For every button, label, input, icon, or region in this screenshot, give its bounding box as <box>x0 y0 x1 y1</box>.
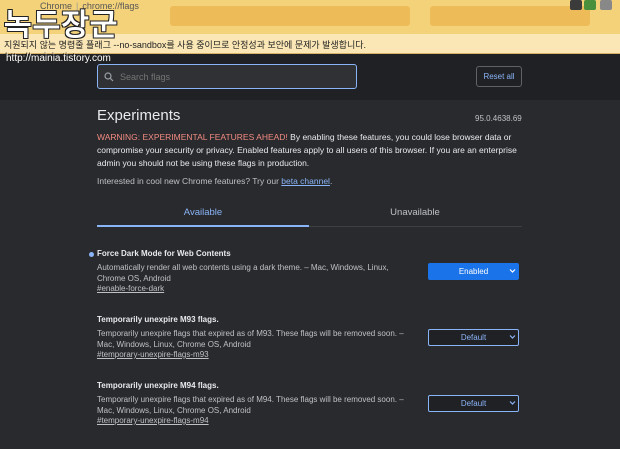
flag-link[interactable]: #enable-force-dark <box>97 284 164 293</box>
warning-text: WARNING: EXPERIMENTAL FEATURES AHEAD! By… <box>97 131 527 170</box>
flag-description: Temporarily unexpire flags that expired … <box>97 329 404 349</box>
flag-description: Temporarily unexpire flags that expired … <box>97 395 404 415</box>
modified-indicator <box>89 252 94 257</box>
blurred-bookmarks <box>170 6 410 26</box>
tab-unavailable[interactable]: Unavailable <box>309 200 521 227</box>
extension-icon[interactable] <box>570 0 582 10</box>
version-label: 95.0.4638.69 <box>475 114 522 123</box>
blurred-bookmarks-right <box>430 6 590 26</box>
flag-name: Force Dark Mode for Web Contents <box>97 249 231 258</box>
page-title: Experiments <box>97 107 181 124</box>
flag-select[interactable]: Enabled <box>428 263 519 280</box>
flag-item: Force Dark Mode for Web Contents Automat… <box>97 249 522 299</box>
tab-available[interactable]: Available <box>97 200 309 227</box>
reset-all-button[interactable]: Reset all <box>476 66 522 87</box>
search-box[interactable] <box>97 64 357 89</box>
flag-item: Temporarily unexpire M93 flags. Temporar… <box>97 315 522 365</box>
flag-link[interactable]: #temporary-unexpire-flags-m93 <box>97 350 209 359</box>
search-icon <box>104 71 114 81</box>
beta-channel-link[interactable]: beta channel <box>281 176 330 186</box>
interest-prefix: Interested in cool new Chrome features? … <box>97 176 282 186</box>
watermark-url: http://mainia.tistory.com <box>6 53 111 64</box>
warning-label: WARNING: EXPERIMENTAL FEATURES AHEAD! <box>97 132 288 142</box>
flag-link[interactable]: #temporary-unexpire-flags-m94 <box>97 416 209 425</box>
extension-icon-green[interactable] <box>584 0 596 10</box>
flag-select[interactable]: Default <box>428 395 519 412</box>
interest-text: Interested in cool new Chrome features? … <box>97 176 332 186</box>
flag-select[interactable]: Default <box>428 329 519 346</box>
tab-bar: Available Unavailable <box>97 200 522 227</box>
watermark-logo: 녹두장군 <box>4 8 119 43</box>
flag-name: Temporarily unexpire M94 flags. <box>97 381 219 390</box>
menu-icon[interactable] <box>600 0 612 10</box>
interest-end: . <box>329 176 333 186</box>
flag-item: Temporarily unexpire M94 flags. Temporar… <box>97 381 522 431</box>
search-input[interactable] <box>120 71 340 82</box>
flag-description: Automatically render all web contents us… <box>97 263 389 283</box>
flag-name: Temporarily unexpire M93 flags. <box>97 315 219 324</box>
